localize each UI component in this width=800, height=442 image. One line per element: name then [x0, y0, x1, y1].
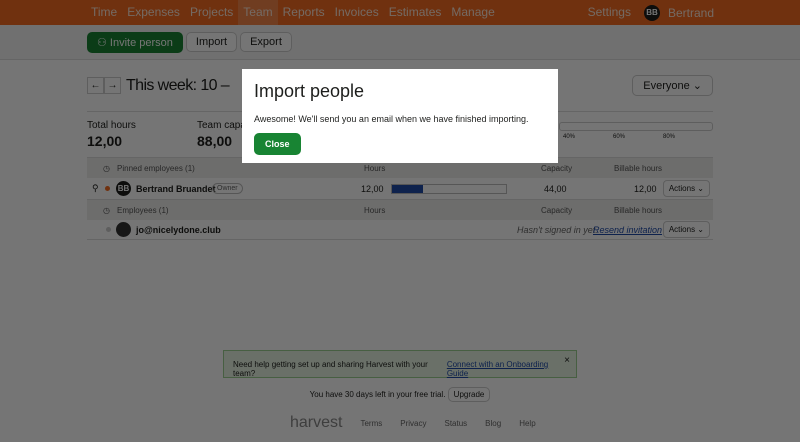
status-dot: [106, 227, 111, 232]
onboarding-banner: Need help getting set up and sharing Har…: [223, 350, 577, 378]
table-row: jo@nicelydone.club Hasn't signed in yet.…: [87, 220, 713, 240]
person-name[interactable]: Bertrand Bruandet: [136, 184, 216, 194]
actions-button[interactable]: Actions ⌄: [662, 221, 710, 238]
actions-label: Actions: [668, 225, 696, 234]
tick-60: 60%: [613, 134, 626, 140]
modal-message: Awesome! We'll send you an email when we…: [254, 114, 529, 124]
billable-value: 12,00: [634, 183, 657, 194]
person-email[interactable]: jo@nicelydone.club: [136, 225, 221, 235]
invite-person-button[interactable]: ⚇ Invite person: [87, 31, 183, 53]
footer-help[interactable]: Help: [519, 419, 535, 428]
toolbar: ⚇ Invite person Import Export: [0, 25, 800, 60]
close-icon[interactable]: ×: [564, 355, 570, 366]
signin-status: Hasn't signed in yet.: [517, 224, 598, 235]
week-title: This week: 10 –: [126, 76, 230, 94]
next-week-button[interactable]: →: [104, 77, 121, 94]
nav-invoices[interactable]: Invoices: [330, 0, 384, 25]
clock-icon: ◷: [103, 205, 110, 215]
trial-notice: You have 30 days left in your free trial…: [0, 387, 800, 402]
footer-terms[interactable]: Terms: [360, 419, 382, 428]
nav-projects[interactable]: Projects: [185, 0, 238, 25]
top-nav: Time Expenses Projects Team Reports Invo…: [0, 0, 800, 25]
actions-label: Actions: [668, 184, 696, 193]
capacity-value: 44,00: [544, 183, 567, 194]
import-button[interactable]: Import: [185, 32, 238, 52]
pinned-label: Pinned employees (1): [117, 163, 195, 173]
clock-icon: ◷: [103, 163, 110, 173]
pin-icon[interactable]: ⚲: [92, 183, 99, 194]
total-hours-value: 12,00: [87, 133, 123, 149]
hours-progress-fill: [392, 184, 423, 193]
hours-progress-bar: [391, 183, 507, 194]
capacity-scale: [559, 122, 713, 131]
invite-label: Invite person: [109, 36, 173, 49]
banner-text: Need help getting set up and sharing Har…: [233, 360, 428, 378]
avatar: BB: [116, 181, 131, 196]
billable-header: Billable hours: [614, 205, 663, 215]
billable-header: Billable hours: [614, 163, 663, 173]
capacity-header: Capacity: [541, 163, 573, 173]
user-avatar[interactable]: BB: [643, 4, 660, 21]
hours-header: Hours: [364, 205, 386, 215]
tick-40: 40%: [563, 134, 576, 140]
prev-week-button[interactable]: ←: [87, 77, 104, 94]
nav-time[interactable]: Time: [86, 0, 122, 25]
harvest-logo[interactable]: harvest: [290, 414, 342, 432]
status-dot: [105, 186, 110, 191]
hours-value: 12,00: [361, 183, 384, 194]
nav-expenses[interactable]: Expenses: [122, 0, 185, 25]
user-name[interactable]: Bertrand: [668, 6, 714, 20]
chevron-down-icon: ⌄: [692, 80, 702, 92]
modal-title: Import people: [254, 81, 365, 101]
filter-value: Everyone: [643, 80, 690, 92]
filter-dropdown[interactable]: Everyone ⌄: [632, 75, 713, 96]
export-button[interactable]: Export: [240, 32, 292, 52]
footer-privacy[interactable]: Privacy: [400, 419, 426, 428]
import-people-modal: Import people Awesome! We'll send you an…: [242, 69, 558, 163]
total-hours-label: Total hours: [87, 120, 136, 131]
actions-button[interactable]: Actions ⌄: [662, 180, 710, 197]
employees-label: Employees (1): [117, 205, 169, 215]
hours-header: Hours: [364, 163, 386, 173]
upgrade-button[interactable]: Upgrade: [447, 387, 491, 402]
nav-settings[interactable]: Settings: [583, 0, 636, 25]
resend-invitation-link[interactable]: Resend invitation: [593, 225, 662, 235]
nav-team[interactable]: Team: [238, 0, 278, 25]
footer: harvest Terms Privacy Status Blog Help: [290, 414, 536, 432]
tick-80: 80%: [663, 134, 676, 140]
close-button[interactable]: Close: [254, 133, 301, 155]
footer-blog[interactable]: Blog: [485, 419, 501, 428]
capacity-header: Capacity: [541, 205, 573, 215]
table-row: ⚲ BB Bertrand Bruandet Owner 12,00 44,00…: [87, 178, 713, 200]
add-user-icon: ⚇: [97, 36, 110, 49]
avatar: [116, 222, 131, 237]
nav-reports[interactable]: Reports: [278, 0, 330, 25]
trial-text: You have 30 days left in your free trial…: [309, 390, 446, 399]
footer-status[interactable]: Status: [444, 419, 467, 428]
nav-manage[interactable]: Manage: [446, 0, 499, 25]
nav-estimates[interactable]: Estimates: [384, 0, 447, 25]
employees-group-header: ◷ Employees (1) Hours Capacity Billable …: [87, 200, 713, 220]
onboarding-guide-link[interactable]: Connect with an Onboarding Guide: [447, 360, 567, 378]
owner-badge: Owner: [212, 183, 243, 194]
